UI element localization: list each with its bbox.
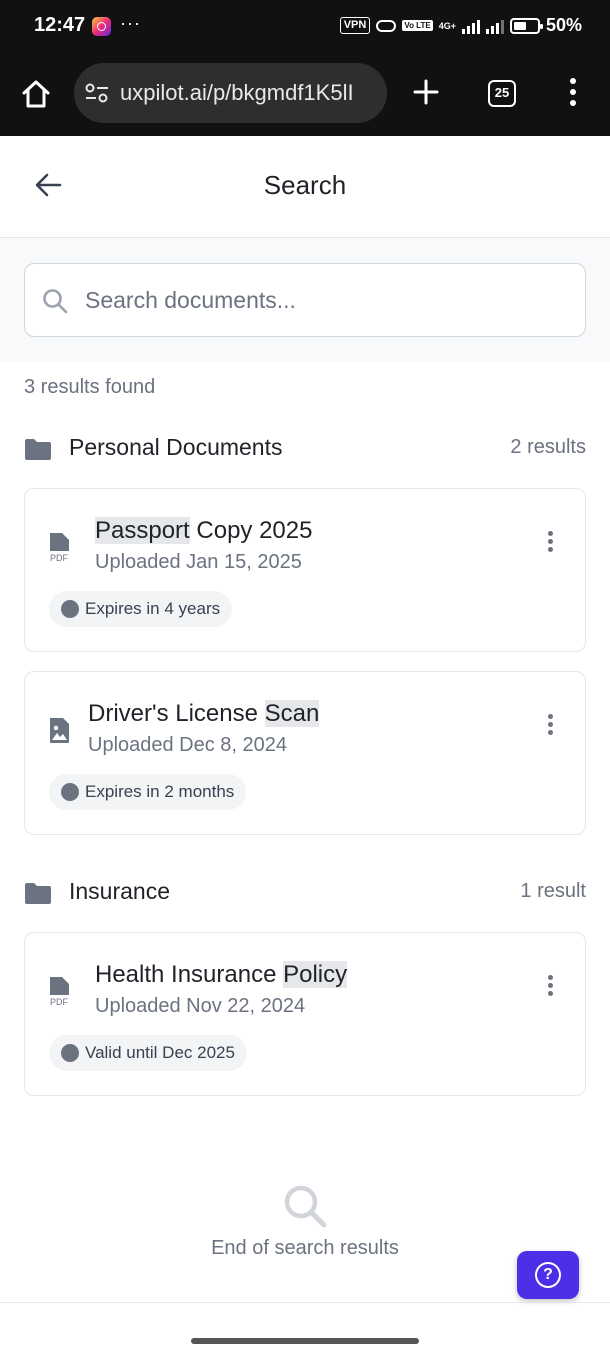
- folder-icon: [25, 883, 51, 904]
- search-end-icon: [284, 1185, 327, 1228]
- hotspot-link-icon: [376, 19, 397, 32]
- title-match-highlight: Passport: [95, 517, 190, 544]
- more-options-icon[interactable]: [545, 714, 555, 738]
- section-title: Personal Documents: [69, 434, 283, 460]
- status-indicators: VPN Vo LTE 4G+ 50%: [339, 15, 582, 36]
- more-options-icon[interactable]: [545, 975, 555, 999]
- search-icon: [43, 289, 68, 314]
- more-options-icon[interactable]: [545, 531, 555, 555]
- section-header-personal-documents: Personal Documents 2 results: [24, 434, 586, 468]
- instagram-notification-icon: [92, 17, 111, 36]
- signal-strength-2-icon: [485, 18, 504, 34]
- app-header: Search: [0, 136, 610, 238]
- folder-icon: [25, 439, 51, 460]
- browser-menu-icon[interactable]: [566, 78, 580, 108]
- title-match-highlight: Scan: [264, 700, 320, 727]
- search-box[interactable]: [24, 263, 586, 337]
- bottom-divider: [0, 1302, 610, 1303]
- status-dot-icon: [61, 783, 79, 801]
- title-text: Driver's License: [88, 700, 265, 727]
- status-text: Valid until Dec 2025: [85, 1043, 235, 1062]
- pdf-file-icon: PDF: [50, 533, 69, 563]
- status-badge: Expires in 4 years: [49, 591, 233, 627]
- document-title: Health Insurance Policy: [95, 961, 348, 989]
- upload-date: Uploaded Dec 8, 2024: [88, 734, 288, 756]
- volte-icon: Vo LTE: [402, 20, 433, 31]
- network-type: 4G+: [438, 20, 456, 31]
- site-settings-icon[interactable]: [84, 82, 110, 104]
- system-status-bar: 12:47 ··· VPN Vo LTE 4G+ 50%: [0, 0, 610, 54]
- status-dot-icon: [61, 600, 79, 618]
- home-indicator[interactable]: [191, 1338, 419, 1344]
- home-icon[interactable]: [20, 78, 52, 110]
- status-text: Expires in 2 months: [85, 782, 235, 801]
- vpn-icon: VPN: [339, 17, 371, 34]
- more-notifications-icon: ···: [120, 13, 141, 33]
- pdf-file-icon: PDF: [50, 977, 69, 1007]
- svg-text:PDF: PDF: [50, 553, 69, 563]
- help-icon: ?: [535, 1262, 561, 1288]
- section-count: 2 results: [510, 436, 586, 458]
- battery-icon: [509, 17, 543, 34]
- status-dot-icon: [61, 1044, 79, 1062]
- upload-date: Uploaded Nov 22, 2024: [95, 995, 306, 1017]
- status-badge: Expires in 2 months: [49, 774, 247, 810]
- svg-text:PDF: PDF: [50, 997, 69, 1007]
- tab-switcher-button[interactable]: 25: [488, 80, 516, 107]
- title-text: Health Insurance: [95, 961, 284, 988]
- address-bar[interactable]: uxpilot.ai/p/bkgmdf1K5lI: [74, 63, 387, 123]
- new-tab-icon[interactable]: [412, 78, 440, 106]
- title-match-highlight: Policy: [283, 961, 348, 988]
- section-count: 1 result: [520, 880, 586, 902]
- image-file-icon: [50, 718, 69, 743]
- section-header-insurance: Insurance 1 result: [24, 878, 586, 912]
- signal-strength-icon: [461, 18, 480, 34]
- document-title: Passport Copy 2025: [95, 517, 312, 545]
- browser-toolbar: uxpilot.ai/p/bkgmdf1K5lI 25: [0, 54, 610, 136]
- upload-date: Uploaded Jan 15, 2025: [95, 551, 302, 573]
- battery-percent: 50%: [545, 15, 582, 35]
- title-text: Copy 2025: [189, 517, 313, 544]
- url-text[interactable]: uxpilot.ai/p/bkgmdf1K5lI: [120, 80, 382, 106]
- document-card-health-insurance[interactable]: PDF Health Insurance Policy Uploaded Nov…: [24, 932, 586, 1096]
- search-area: [0, 238, 610, 362]
- status-badge: Valid until Dec 2025: [49, 1035, 247, 1071]
- results-count: 3 results found: [24, 376, 156, 398]
- page-title: Search: [263, 170, 347, 200]
- status-time: 12:47: [34, 14, 86, 36]
- document-card-drivers-license[interactable]: Driver's License Scan Uploaded Dec 8, 20…: [24, 671, 586, 835]
- search-input[interactable]: [85, 282, 565, 318]
- section-title: Insurance: [69, 878, 171, 904]
- status-text: Expires in 4 years: [85, 599, 221, 618]
- help-button[interactable]: ?: [517, 1251, 579, 1299]
- document-title: Driver's License Scan: [88, 700, 320, 728]
- document-card-passport[interactable]: PDF Passport Copy 2025 Uploaded Jan 15, …: [24, 488, 586, 652]
